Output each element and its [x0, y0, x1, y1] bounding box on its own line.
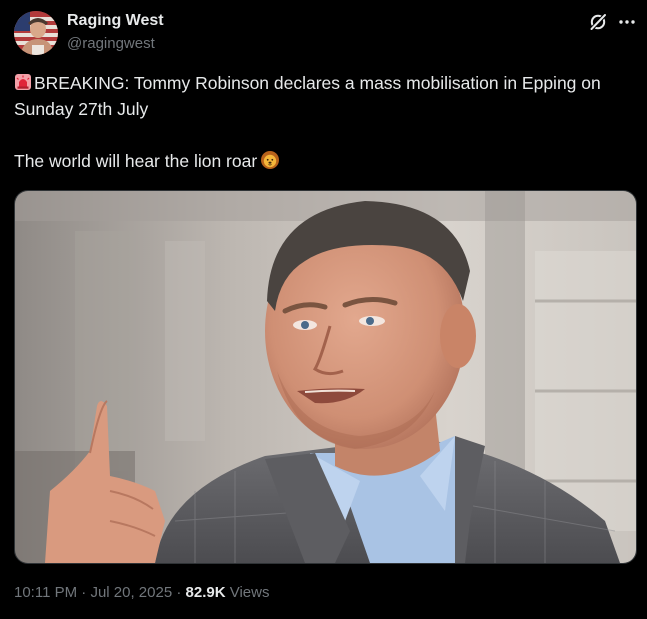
avatar-image	[14, 11, 58, 55]
meta-separator-1: ·	[77, 584, 91, 601]
grok-icon[interactable]	[588, 12, 608, 32]
tweet-date[interactable]: Jul 20, 2025	[90, 584, 172, 601]
author-handle[interactable]: @ragingwest	[67, 35, 155, 52]
tweet-card: Raging West @ragingwest BREAKING: Tommy …	[0, 0, 647, 619]
author-name[interactable]: Raging West	[67, 12, 164, 30]
tweet-tagline: The world will hear the lion roar	[14, 151, 258, 171]
tweet-text: BREAKING: Tommy Robinson declares a mass…	[14, 70, 634, 174]
tweet-headline: BREAKING: Tommy Robinson declares a mass…	[14, 73, 601, 119]
meta-separator-2: ·	[172, 584, 186, 601]
tweet-time[interactable]: 10:11 PM	[14, 584, 77, 601]
author-avatar[interactable]	[14, 11, 58, 55]
tweet-text-line-2: The world will hear the lion roar	[14, 148, 634, 174]
tweet-meta: 10:11 PM · Jul 20, 2025 · 82.9K Views	[14, 584, 269, 601]
views-label: Views	[229, 584, 270, 601]
tweet-photo[interactable]	[14, 190, 637, 564]
more-horizontal-icon[interactable]	[616, 12, 638, 32]
views-count[interactable]: 82.9K	[186, 584, 226, 601]
photo-image	[15, 191, 636, 563]
tweet-text-line-1: BREAKING: Tommy Robinson declares a mass…	[14, 70, 634, 122]
siren-emoji-icon	[14, 72, 32, 90]
lion-face-emoji-icon	[260, 150, 280, 170]
